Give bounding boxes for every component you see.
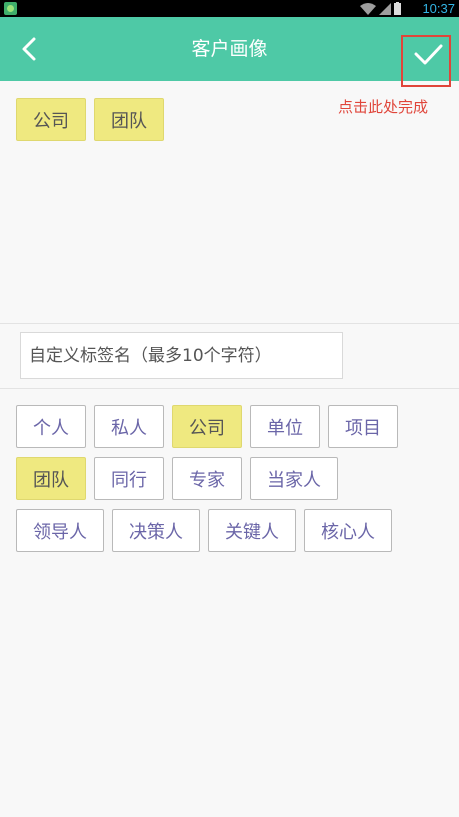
wifi-icon <box>360 3 376 15</box>
tag-row: 个人 私人 公司 单位 项目 <box>16 405 446 448</box>
tag-option[interactable]: 领导人 <box>16 509 104 552</box>
tag-option[interactable]: 专家 <box>172 457 242 500</box>
status-time: 10:37 <box>422 1 455 16</box>
tag-pool: 个人 私人 公司 单位 项目 团队 同行 专家 当家人 领导人 决策人 关键人 … <box>16 405 446 561</box>
tag-option[interactable]: 核心人 <box>304 509 392 552</box>
divider <box>0 388 459 389</box>
tag-row: 领导人 决策人 关键人 核心人 <box>16 509 446 552</box>
tag-option[interactable]: 当家人 <box>250 457 338 500</box>
selected-tags: 公司 团队 <box>16 98 164 141</box>
selected-tag[interactable]: 公司 <box>16 98 86 141</box>
page-title: 客户画像 <box>191 38 268 60</box>
tag-option-selected[interactable]: 团队 <box>16 457 86 500</box>
check-icon <box>414 44 443 65</box>
custom-tag-input[interactable] <box>21 333 342 378</box>
tag-option[interactable]: 项目 <box>328 405 398 448</box>
signal-icon <box>379 3 391 15</box>
battery-icon <box>394 2 401 15</box>
confirm-button[interactable] <box>401 35 451 87</box>
hint-text: 点击此处完成 <box>338 98 429 116</box>
status-icons <box>360 2 401 15</box>
app-header: 客户画像 <box>0 17 459 87</box>
tag-option[interactable]: 关键人 <box>208 509 296 552</box>
tag-option[interactable]: 私人 <box>94 405 164 448</box>
app-notification-icon <box>4 2 17 15</box>
status-bar: 10:37 <box>0 0 459 17</box>
tag-option[interactable]: 同行 <box>94 457 164 500</box>
tag-option[interactable]: 个人 <box>16 405 86 448</box>
tag-option-selected[interactable]: 公司 <box>172 405 242 448</box>
tag-option[interactable]: 单位 <box>250 405 320 448</box>
divider <box>0 323 459 324</box>
tag-option[interactable]: 决策人 <box>112 509 200 552</box>
custom-tag-field <box>20 332 343 379</box>
tag-row: 团队 同行 专家 当家人 <box>16 457 446 500</box>
selected-tag[interactable]: 团队 <box>94 98 164 141</box>
